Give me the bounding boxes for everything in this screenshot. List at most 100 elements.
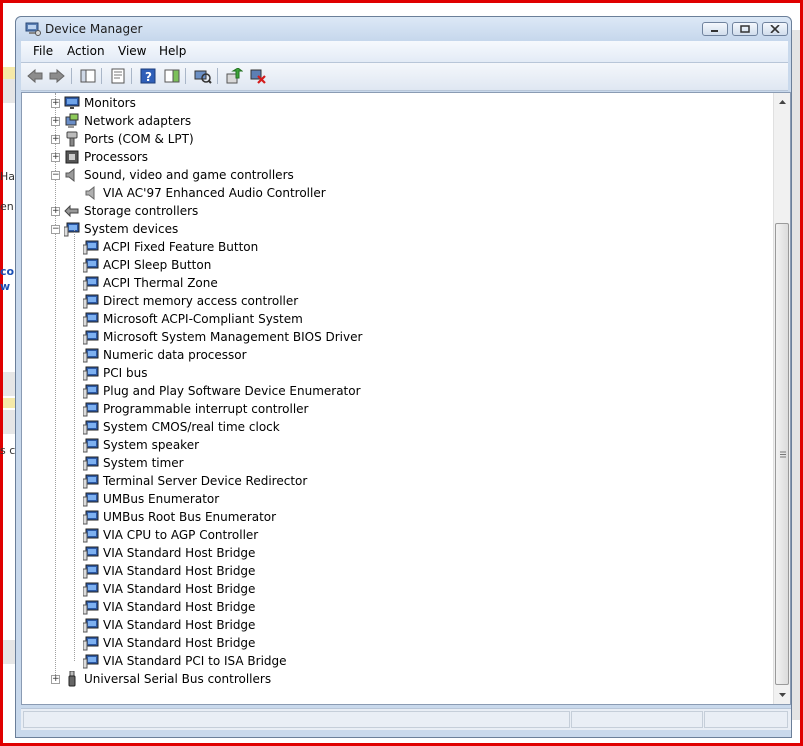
properties-icon: [111, 68, 125, 84]
help-button[interactable]: ?: [139, 67, 157, 85]
device-row[interactable]: VIA Standard Host Bridge: [83, 580, 255, 598]
vertical-scrollbar[interactable]: [773, 93, 790, 704]
category-row[interactable]: System devices: [64, 220, 178, 238]
tree-item-label: VIA Standard Host Bridge: [103, 600, 256, 614]
device-row[interactable]: UMBus Root Bus Enumerator: [83, 508, 276, 526]
tree-item-label: System timer: [103, 456, 184, 470]
close-button[interactable]: [762, 22, 788, 36]
collapse-toggle[interactable]: −: [51, 171, 60, 180]
device-row[interactable]: PCI bus: [83, 364, 147, 382]
back-button[interactable]: [26, 67, 44, 85]
system-device-icon: [83, 636, 99, 651]
device-row[interactable]: VIA Standard Host Bridge: [83, 616, 255, 634]
expand-toggle[interactable]: +: [51, 153, 60, 162]
menu-file[interactable]: File: [33, 44, 53, 58]
background-text: en: [0, 200, 14, 213]
menu-action[interactable]: Action: [67, 44, 105, 58]
system-device-icon: [83, 654, 99, 669]
device-row[interactable]: Microsoft System Management BIOS Driver: [83, 328, 362, 346]
device-row[interactable]: Microsoft ACPI-Compliant System: [83, 310, 303, 328]
device-row[interactable]: VIA AC'97 Enhanced Audio Controller: [83, 184, 326, 202]
device-row[interactable]: Direct memory access controller: [83, 292, 298, 310]
device-row[interactable]: ACPI Sleep Button: [83, 256, 211, 274]
category-row[interactable]: Sound, video and game controllers: [64, 166, 294, 184]
device-tree[interactable]: Monitors + Network adapters + Ports (COM & L…: [21, 92, 791, 705]
device-row[interactable]: VIA Standard Host Bridge: [83, 544, 255, 562]
category-row[interactable]: Universal Serial Bus controllers: [64, 670, 271, 688]
monitor-icon: [64, 96, 80, 109]
system-device-icon: [64, 222, 80, 237]
help-icon: ?: [140, 68, 156, 84]
device-row[interactable]: ACPI Fixed Feature Button: [83, 238, 258, 256]
background-link[interactable]: w: [0, 280, 10, 293]
usb-icon: [68, 671, 76, 687]
maximize-button[interactable]: [732, 22, 758, 36]
background-strip: [3, 410, 15, 434]
category-row[interactable]: Processors: [64, 148, 148, 166]
device-row[interactable]: System timer: [83, 454, 184, 472]
tree-item-label: UMBus Enumerator: [103, 492, 220, 506]
tree-item-label: PCI bus: [103, 366, 148, 380]
title-bar[interactable]: Device Manager: [16, 17, 791, 41]
device-row[interactable]: VIA Standard PCI to ISA Bridge: [83, 652, 287, 670]
status-pane: [704, 711, 788, 728]
status-bar: [21, 708, 791, 730]
category-row[interactable]: Storage controllers: [64, 202, 198, 220]
device-row[interactable]: Terminal Server Device Redirector: [83, 472, 307, 490]
system-device-icon: [83, 528, 99, 543]
device-row[interactable]: VIA CPU to AGP Controller: [83, 526, 258, 544]
system-device-icon: [83, 420, 99, 435]
device-row[interactable]: Programmable interrupt controller: [83, 400, 309, 418]
background-link[interactable]: co: [0, 265, 14, 278]
tree-item-label: VIA Standard Host Bridge: [103, 618, 256, 632]
menu-help[interactable]: Help: [159, 44, 186, 58]
collapse-toggle[interactable]: −: [51, 225, 60, 234]
device-row[interactable]: UMBus Enumerator: [83, 490, 219, 508]
system-device-icon: [83, 240, 99, 255]
category-row[interactable]: Monitors: [64, 94, 136, 112]
maximize-icon: [740, 25, 750, 33]
tree-item-label: Processors: [84, 150, 149, 164]
show-hide-console-tree-button[interactable]: [79, 67, 97, 85]
uninstall-button[interactable]: [249, 67, 267, 85]
expand-toggle[interactable]: +: [51, 135, 60, 144]
tree-item-label: System CMOS/real time clock: [103, 420, 280, 434]
window-title: Device Manager: [45, 22, 143, 36]
forward-arrow-icon: [49, 68, 65, 84]
scan-hardware-button[interactable]: [194, 67, 212, 85]
background-strip: [3, 640, 15, 664]
scroll-up-arrow-icon[interactable]: [775, 95, 790, 109]
system-device-icon: [83, 492, 99, 507]
device-row[interactable]: VIA Standard Host Bridge: [83, 598, 255, 616]
update-driver-button[interactable]: [225, 67, 243, 85]
tree-item-label: ACPI Thermal Zone: [103, 276, 218, 290]
expand-toggle[interactable]: +: [51, 675, 60, 684]
forward-button[interactable]: [48, 67, 66, 85]
expand-toggle[interactable]: +: [51, 99, 60, 108]
minimize-button[interactable]: [702, 22, 728, 36]
device-row[interactable]: Plug and Play Software Device Enumerator: [83, 382, 361, 400]
system-device-icon: [83, 618, 99, 633]
scrollbar-thumb[interactable]: [775, 223, 789, 685]
device-row[interactable]: Numeric data processor: [83, 346, 247, 364]
device-row[interactable]: System speaker: [83, 436, 199, 454]
minimize-icon: [711, 30, 718, 32]
category-row[interactable]: Network adapters: [64, 112, 191, 130]
expand-toggle[interactable]: +: [51, 207, 60, 216]
background-strip: [3, 79, 15, 103]
device-row[interactable]: VIA Standard Host Bridge: [83, 634, 255, 652]
menu-view[interactable]: View: [118, 44, 146, 58]
properties-button[interactable]: [109, 67, 127, 85]
scroll-down-arrow-icon[interactable]: [775, 688, 790, 702]
tree-item-label: Network adapters: [84, 114, 192, 128]
device-row[interactable]: System CMOS/real time clock: [83, 418, 280, 436]
device-row[interactable]: ACPI Thermal Zone: [83, 274, 218, 292]
port-icon: [66, 131, 78, 147]
expand-toggle[interactable]: +: [51, 117, 60, 126]
system-device-icon: [83, 366, 99, 381]
show-action-pane-button[interactable]: [163, 67, 181, 85]
category-row[interactable]: Ports (COM & LPT): [64, 130, 194, 148]
system-device-icon: [83, 474, 99, 489]
device-row[interactable]: VIA Standard Host Bridge: [83, 562, 255, 580]
update-driver-icon: [226, 68, 243, 84]
